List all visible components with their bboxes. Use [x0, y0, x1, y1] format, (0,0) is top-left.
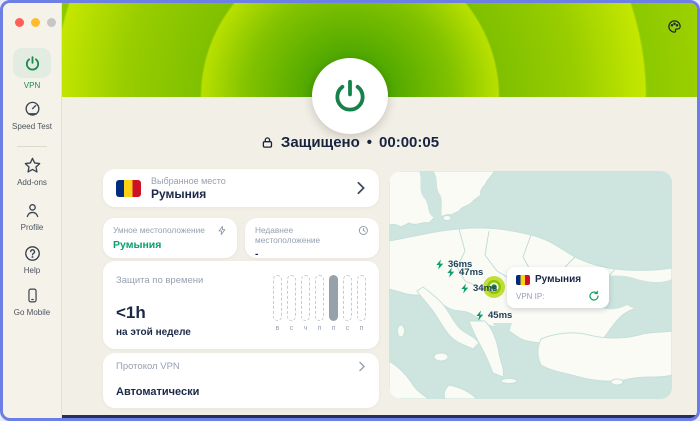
sidebar-item-label: Add-ons	[17, 178, 47, 187]
time-protection-headline: <1h	[116, 303, 146, 323]
power-icon	[331, 77, 369, 115]
sidebar-item-label: VPN	[24, 81, 40, 90]
sidebar-divider	[17, 146, 47, 147]
tooltip-country: Румыния	[535, 274, 581, 285]
day-label: с	[287, 325, 296, 332]
star-icon	[22, 155, 42, 175]
week-bar-active	[329, 275, 338, 321]
latency-pin: 34ms	[460, 282, 497, 295]
day-label: п	[329, 325, 338, 332]
question-icon	[22, 243, 42, 263]
app-window: VPN Speed Test Add-ons Profile	[0, 0, 700, 421]
refresh-ip-icon[interactable]	[588, 290, 600, 302]
week-bar	[301, 275, 310, 321]
window-controls	[15, 18, 56, 27]
chevron-right-icon	[356, 181, 366, 195]
spark-icon	[217, 225, 227, 236]
vpn-protocol-card[interactable]: Протокол VPN Автоматически	[103, 353, 379, 408]
close-window-button[interactable]	[15, 18, 24, 27]
sidebar-item-vpn[interactable]: VPN	[3, 48, 61, 90]
time-protection-card: Защита по времени <1h на этой неделе всч…	[103, 261, 379, 349]
romania-flag	[116, 180, 141, 197]
day-label: с	[343, 325, 352, 332]
sidebar-item-label: Profile	[21, 223, 44, 232]
sidebar-item-label: Help	[24, 266, 40, 275]
week-labels: всчппсп	[273, 325, 366, 332]
recent-location-card[interactable]: Недавнее местоположение -	[245, 218, 379, 258]
latency-pin: 47ms	[446, 266, 483, 279]
status-text: Защищено	[281, 134, 360, 151]
speedometer-icon	[22, 99, 42, 119]
selected-location-label: Выбранное место	[151, 176, 346, 186]
week-bar	[273, 275, 282, 321]
sidebar-item-label: Go Mobile	[14, 308, 50, 317]
power-icon	[22, 53, 42, 73]
zoom-window-button[interactable]	[47, 18, 56, 27]
bolt-icon	[475, 309, 486, 322]
server-tooltip: Румыния VPN IP:	[507, 267, 609, 308]
sidebar-item-profile[interactable]: Profile	[3, 200, 61, 232]
palette-icon[interactable]	[667, 19, 682, 34]
sidebar-item-go-mobile[interactable]: Go Mobile	[3, 285, 61, 317]
smart-location-value: Румыния	[113, 239, 227, 251]
main-area: Защищено • 00:00:05 Выбранное место Румы…	[61, 3, 697, 418]
week-bar	[343, 275, 352, 321]
sidebar-item-help[interactable]: Help	[3, 243, 61, 275]
day-label: в	[273, 325, 282, 332]
status-separator: •	[367, 134, 372, 151]
selected-location-value: Румыния	[151, 187, 346, 201]
time-protection-subline: на этой неделе	[116, 327, 191, 338]
bolt-icon	[460, 282, 471, 295]
day-label: п	[315, 325, 324, 332]
latency-label: 47ms	[459, 267, 483, 278]
sidebar-item-speed-test[interactable]: Speed Test	[3, 99, 61, 131]
tooltip-ip-label: VPN IP:	[516, 292, 544, 301]
week-bar	[315, 275, 324, 321]
status-timer: 00:00:05	[379, 134, 439, 151]
day-label: ч	[301, 325, 310, 332]
week-bar	[357, 275, 366, 321]
latency-label: 34ms	[473, 283, 497, 294]
latency-label: 45ms	[488, 310, 512, 321]
bolt-icon	[446, 266, 457, 279]
bolt-icon	[435, 258, 446, 271]
week-bars	[273, 275, 366, 321]
romania-flag	[516, 275, 530, 285]
time-protection-label: Защита по времени	[116, 275, 203, 286]
protocol-value: Автоматически	[116, 386, 199, 398]
chevron-right-icon	[358, 361, 366, 372]
minimize-window-button[interactable]	[31, 18, 40, 27]
lock-icon	[261, 135, 274, 150]
connection-status: Защищено • 00:00:05	[261, 134, 439, 151]
latency-pin: 45ms	[475, 309, 512, 322]
sidebar: VPN Speed Test Add-ons Profile	[3, 3, 62, 418]
clock-icon	[358, 225, 369, 236]
week-bar	[287, 275, 296, 321]
smart-location-label: Умное местоположение	[113, 225, 205, 235]
sidebar-item-label: Speed Test	[12, 122, 52, 131]
protocol-label: Протокол VPN	[116, 361, 180, 372]
selected-location-card[interactable]: Выбранное место Румыния	[103, 169, 379, 207]
person-icon	[22, 200, 42, 220]
recent-location-value: -	[255, 248, 369, 260]
recent-location-label: Недавнее местоположение	[255, 225, 358, 245]
phone-icon	[22, 285, 42, 305]
disconnect-power-button[interactable]	[312, 58, 388, 134]
smart-location-card[interactable]: Умное местоположение Румыния	[103, 218, 237, 258]
sidebar-item-add-ons[interactable]: Add-ons	[3, 155, 61, 187]
day-label: п	[357, 325, 366, 332]
europe-map: Румыния VPN IP: 36ms47ms34ms45ms	[389, 171, 672, 399]
